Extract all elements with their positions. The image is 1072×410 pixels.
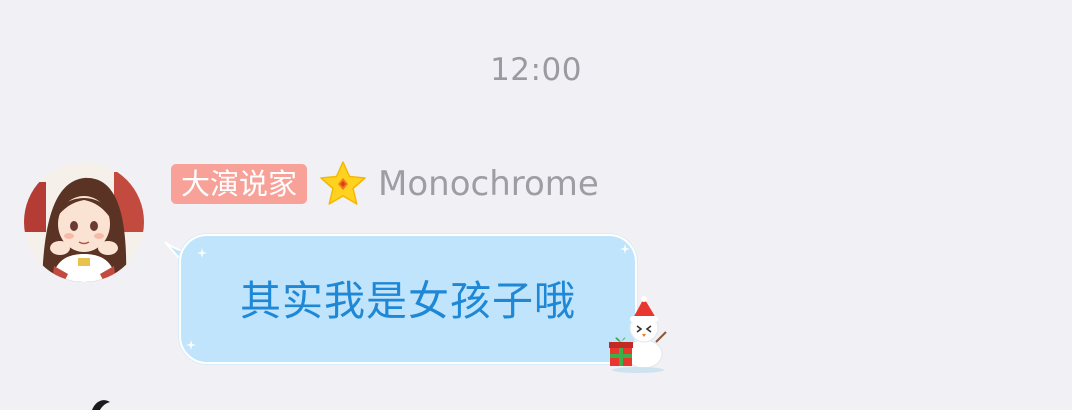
avatar[interactable]: [24, 162, 144, 282]
title-badge[interactable]: 大演说家: [171, 164, 308, 204]
message-text: 其实我是女孩子哦: [240, 277, 576, 325]
snowman-icon: [609, 296, 667, 373]
sender-username[interactable]: Monochrome: [378, 162, 599, 206]
message-bubble[interactable]: 其实我是女孩子哦: [179, 234, 637, 364]
sparkle-icon: [197, 248, 207, 258]
sparkle-icon: [620, 244, 630, 254]
sender-header: 大演说家 Monochrome: [171, 160, 599, 208]
message-timestamp: 12:00: [490, 52, 582, 88]
next-message-partial-icon: [92, 400, 110, 410]
avatar-image: [24, 162, 144, 282]
sparkle-icon: [186, 340, 196, 350]
star-icon[interactable]: [319, 160, 367, 208]
